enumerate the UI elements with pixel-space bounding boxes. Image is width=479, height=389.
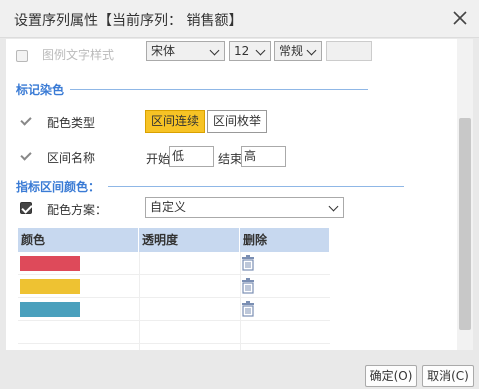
interval-enum-button[interactable]: 区间枚举 xyxy=(207,110,267,133)
legend-font-size-select[interactable]: 12 xyxy=(229,41,271,61)
interval-name-checkbox[interactable] xyxy=(20,150,32,162)
legend-color-picker[interactable] xyxy=(326,41,372,61)
color-scheme-select[interactable]: 自定义 xyxy=(145,197,344,218)
legend-style-label: 图例文字样式 xyxy=(42,48,115,62)
color-swatch[interactable] xyxy=(20,256,80,271)
table-header-color: 颜色 xyxy=(18,228,139,252)
chevron-down-icon xyxy=(328,201,339,212)
interval-name-label: 区间名称 xyxy=(47,151,96,165)
cell-divider xyxy=(240,344,241,350)
cell-divider xyxy=(240,321,241,343)
cell-divider xyxy=(139,298,140,320)
ok-button[interactable]: 确定(O) xyxy=(365,365,417,387)
color-type-label: 配色类型 xyxy=(47,116,96,130)
color-swatch[interactable] xyxy=(20,302,80,317)
end-label: 结束 xyxy=(218,152,243,166)
interval-continuous-button[interactable]: 区间连续 xyxy=(145,110,205,133)
close-icon[interactable] xyxy=(451,9,469,27)
dialog-content: 图例文字样式 宋体 12 常规 标记染色 配色类型 区间连续 区间枚举 区间名称… xyxy=(6,39,473,350)
color-swatch[interactable] xyxy=(20,279,80,294)
table-header-delete: 删除 xyxy=(240,228,330,252)
trash-icon[interactable] xyxy=(241,255,255,271)
table-header-opacity: 透明度 xyxy=(139,228,240,252)
section-divider xyxy=(108,186,404,187)
cancel-button[interactable]: 取消(C) xyxy=(422,365,474,387)
chevron-down-icon xyxy=(255,45,266,56)
chevron-down-icon xyxy=(306,45,317,56)
cell-divider xyxy=(139,252,140,274)
color-scheme-checkbox[interactable] xyxy=(20,202,32,214)
legend-font-family-value: 宋体 xyxy=(151,44,176,58)
start-input[interactable]: 低 xyxy=(169,146,214,167)
legend-style-checkbox[interactable] xyxy=(16,50,28,62)
cell-divider xyxy=(139,321,140,343)
color-scheme-value: 自定义 xyxy=(150,200,187,214)
dialog-titlebar: 设置序列属性【当前序列： 销售额】 xyxy=(0,0,479,38)
cell-divider xyxy=(139,344,140,350)
table-row xyxy=(18,275,330,298)
legend-font-family-select[interactable]: 宋体 xyxy=(146,41,225,61)
legend-font-weight-select[interactable]: 常规 xyxy=(274,41,322,61)
color-type-checkbox[interactable] xyxy=(20,115,32,127)
start-label: 开始 xyxy=(146,152,171,166)
color-scheme-label: 配色方案： xyxy=(47,203,108,217)
legend-font-size-value: 12 xyxy=(234,44,250,58)
table-row xyxy=(18,252,330,275)
cell-divider xyxy=(139,275,140,297)
marker-color-section-title: 标记染色 xyxy=(16,83,65,97)
dialog-title: 设置序列属性【当前序列： 销售额】 xyxy=(14,13,243,29)
trash-icon[interactable] xyxy=(241,278,255,294)
table-row xyxy=(18,344,330,350)
table-row xyxy=(18,298,330,321)
legend-font-weight-value: 常规 xyxy=(279,44,304,58)
section-divider xyxy=(70,89,368,90)
table-row xyxy=(18,321,330,344)
trash-icon[interactable] xyxy=(241,301,255,317)
end-input[interactable]: 高 xyxy=(241,146,286,167)
indicator-color-section-title: 指标区间颜色： xyxy=(16,180,101,194)
scrollbar-thumb[interactable] xyxy=(459,118,471,330)
chevron-down-icon xyxy=(209,45,220,56)
